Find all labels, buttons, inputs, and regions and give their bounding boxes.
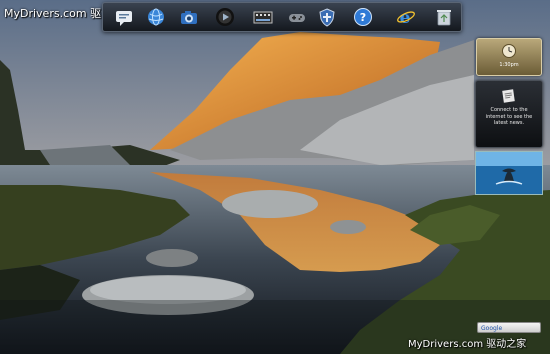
- svg-text:?: ?: [360, 11, 366, 24]
- clock-time: 1:30pm: [499, 62, 519, 68]
- search-gadget[interactable]: Google: [477, 322, 541, 333]
- clock-gadget[interactable]: 1:30pm: [476, 38, 542, 76]
- internet-explorer-icon[interactable]: e: [395, 6, 417, 28]
- svg-text:e: e: [400, 8, 411, 28]
- game-icon[interactable]: [286, 6, 308, 28]
- newspaper-icon: [502, 89, 515, 103]
- recycle-bin-icon[interactable]: [433, 6, 455, 28]
- clock-icon: [502, 44, 516, 58]
- news-message: Connect to the internet to see the lates…: [485, 107, 533, 126]
- news-gadget[interactable]: Connect to the internet to see the lates…: [475, 80, 543, 148]
- whale-photo: [476, 152, 542, 194]
- watermark-bottom: MyDrivers.com 驱动之家: [408, 339, 527, 350]
- photo-slideshow-gadget[interactable]: [475, 151, 543, 195]
- camera-icon[interactable]: [178, 6, 200, 28]
- wallpaper-image: [0, 0, 550, 354]
- chat-icon[interactable]: [113, 6, 135, 28]
- desktop[interactable]: MyDrivers.com 驱动之家 ? e 1:30pm Connect to…: [0, 0, 550, 354]
- film-icon[interactable]: [252, 6, 274, 28]
- shield-icon[interactable]: [316, 6, 338, 28]
- launcher-toolbar: ? e: [102, 2, 462, 32]
- media-player-icon[interactable]: [214, 6, 236, 28]
- help-icon[interactable]: ?: [352, 6, 374, 28]
- globe-icon[interactable]: [145, 6, 167, 28]
